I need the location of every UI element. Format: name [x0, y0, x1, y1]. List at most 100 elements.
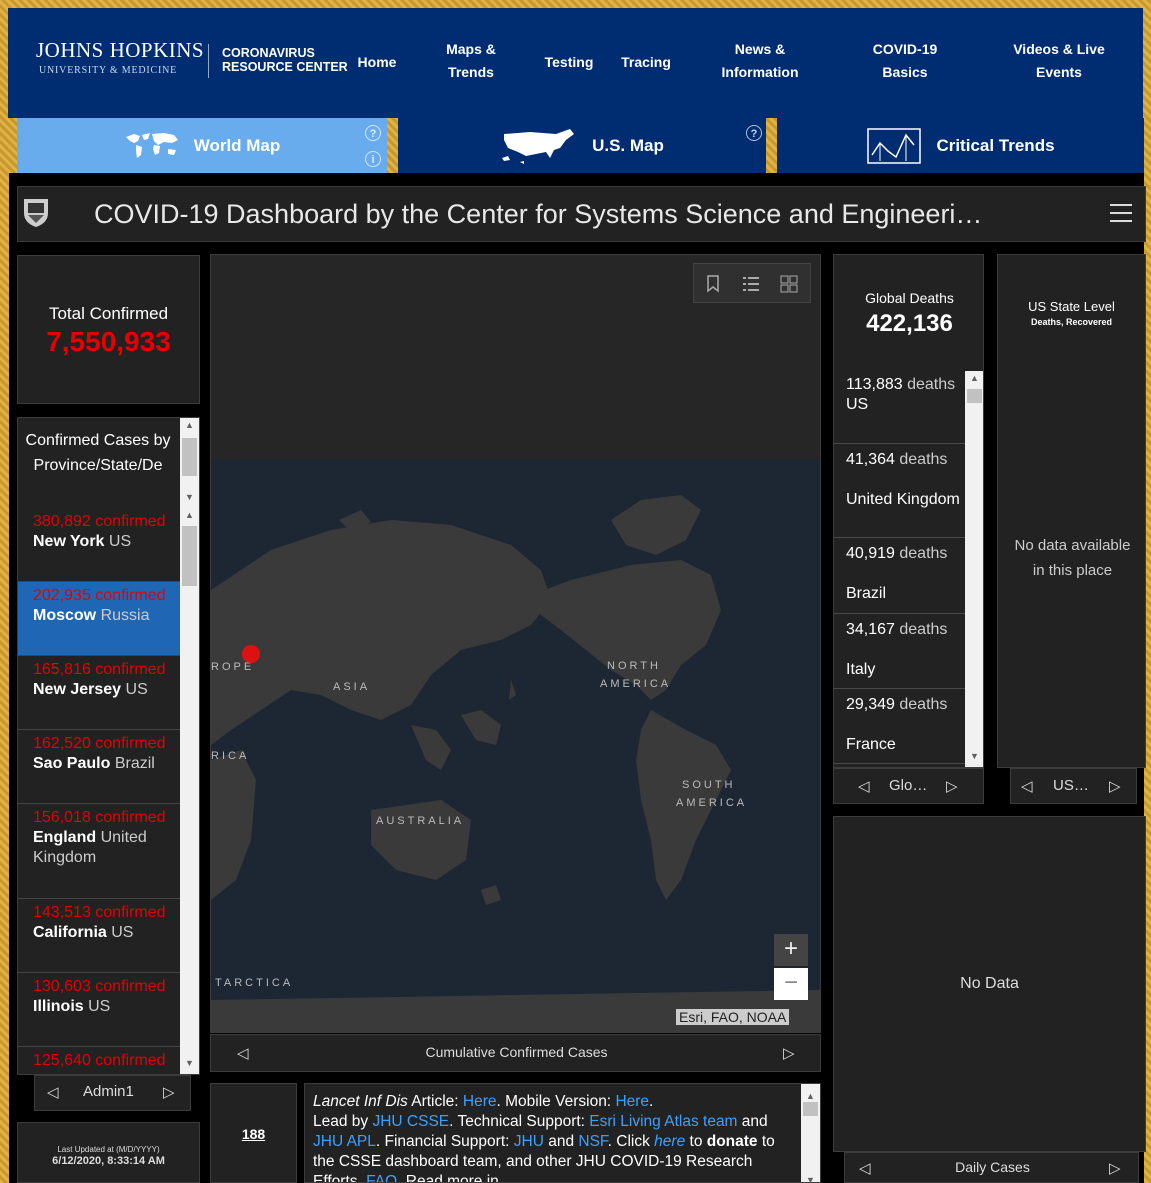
scroll-down-icon[interactable]: ▼ [180, 1058, 199, 1068]
us-state-level-panel: US State Level Deaths, Recovered No data… [997, 254, 1146, 768]
pager-label: Admin1 [83, 1083, 134, 1100]
tab-critical-trends[interactable]: Critical Trends [777, 118, 1144, 173]
map-attribution[interactable]: Esri, FAO, NOAA [676, 1009, 790, 1025]
map-label: ROPE [211, 661, 255, 673]
scroll-up-icon[interactable]: ▲ [180, 420, 199, 430]
list-item[interactable]: 143,513 confirmed California US [18, 899, 180, 973]
map-label: TARCTICA [215, 977, 294, 989]
jhu-apl-link[interactable]: JHU APL [313, 1133, 376, 1150]
tab-us-map[interactable]: U.S. Map ? [398, 118, 766, 173]
jhu-logo[interactable]: JOHNS HOPKINS UNIVERSITY & MEDICINE [36, 38, 204, 76]
scroll-up-icon[interactable]: ▲ [965, 373, 983, 383]
tab-trends-label: Critical Trends [936, 135, 1055, 155]
dashboard-title: COVID-19 Dashboard by the Center for Sys… [94, 199, 983, 229]
scroll-thumb[interactable] [967, 389, 982, 403]
article-link[interactable]: Here [463, 1093, 497, 1110]
map-label: RICA [211, 750, 250, 762]
map-label: NORTH [607, 660, 661, 672]
faq-link[interactable]: FAQ [366, 1173, 397, 1182]
total-confirmed-label: Total Confirmed [48, 304, 169, 323]
scroll-down-icon[interactable]: ▼ [801, 1170, 820, 1182]
scroll-thumb[interactable] [803, 1102, 818, 1116]
zoom-out-button[interactable]: − [774, 968, 808, 1000]
list-item[interactable]: 40,919 deaths Brazil [834, 538, 965, 614]
us-level-pager: ◁ US… ▷ [1010, 768, 1137, 804]
basemap-gallery-icon[interactable] [780, 275, 798, 293]
total-confirmed-value: 7,550,933 [46, 326, 171, 357]
menu-icon[interactable] [1110, 203, 1132, 223]
world-map-icon [125, 132, 178, 158]
list-item[interactable]: 34,167 deaths Italy [834, 614, 965, 689]
donate-here-link[interactable]: here [654, 1133, 685, 1150]
us-map-icon [502, 128, 575, 164]
next-arrow-icon[interactable]: ▷ [1109, 1159, 1121, 1177]
info-scrollbar[interactable]: ▲ ▼ [801, 1084, 820, 1182]
map-label: AUSTRALIA [376, 815, 465, 827]
info-text-panel: Lancet Inf Dis Article: Here. Mobile Ver… [304, 1083, 821, 1183]
list-item[interactable]: 380,892 confirmed New York US [18, 508, 180, 582]
nav-home[interactable]: Home [354, 44, 400, 80]
global-deaths-label: Global Deaths [865, 290, 954, 306]
info-text: Lancet Inf Dis Article: Here. Mobile Ver… [313, 1092, 793, 1182]
next-arrow-icon[interactable]: ▷ [783, 1044, 795, 1062]
list-item[interactable]: 165,816 confirmed New Jersey US [18, 656, 180, 730]
next-arrow-icon[interactable]: ▷ [1109, 777, 1121, 795]
esri-link[interactable]: Esri Living Atlas team [589, 1113, 737, 1130]
map-footer-label: Cumulative Confirmed Cases [425, 1044, 608, 1060]
next-arrow-icon[interactable]: ▷ [163, 1083, 175, 1101]
nsf-link[interactable]: NSF [578, 1133, 607, 1150]
mobile-version-link[interactable]: Here [615, 1093, 649, 1110]
case-marker[interactable] [242, 645, 260, 663]
scroll-up-icon[interactable]: ▲ [180, 510, 199, 520]
nav-tracing[interactable]: Tracing [614, 44, 678, 80]
bookmark-icon[interactable] [706, 275, 720, 293]
list-item[interactable]: 162,520 confirmed Sao Paulo Brazil [18, 730, 180, 804]
top-navigation: JOHNS HOPKINS UNIVERSITY & MEDICINE CORO… [8, 8, 1143, 118]
nav-covid-basics[interactable]: COVID-19 Basics [864, 38, 946, 84]
list-item[interactable]: 113,883 deaths US [834, 369, 965, 444]
legend-list-icon[interactable] [742, 275, 760, 293]
admin1-pager: ◁ Admin1 ▷ [34, 1075, 191, 1111]
confirmed-by-province-panel: Confirmed Cases by Province/State/De ▲ ▼… [17, 417, 200, 1075]
map-canvas[interactable]: ROPE ASIA NORTH AMERICA RICA SOUTH AMERI… [211, 460, 820, 1032]
nav-videos[interactable]: Videos & Live Events [1006, 38, 1112, 84]
nav-testing[interactable]: Testing [538, 44, 600, 80]
scroll-thumb[interactable] [182, 438, 197, 476]
prev-arrow-icon[interactable]: ◁ [1021, 777, 1033, 795]
scroll-down-icon[interactable]: ▼ [180, 492, 199, 502]
prev-arrow-icon[interactable]: ◁ [858, 777, 870, 795]
jhu-csse-link[interactable]: JHU CSSE [372, 1113, 449, 1130]
tab-world-map[interactable]: World Map ? i [17, 118, 387, 173]
logo-title: JOHNS HOPKINS [36, 38, 205, 62]
country-count-panel: 188 [210, 1083, 297, 1183]
scroll-thumb[interactable] [182, 526, 197, 586]
next-arrow-icon[interactable]: ▷ [946, 777, 958, 795]
pager-label: Daily Cases [955, 1159, 1030, 1175]
map-label: AMERICA [676, 797, 748, 809]
list-item[interactable]: 130,603 confirmed Illinois US [18, 973, 180, 1047]
map-label: AMERICA [600, 678, 672, 690]
prev-arrow-icon[interactable]: ◁ [47, 1083, 59, 1101]
scroll-down-icon[interactable]: ▼ [965, 751, 983, 761]
daily-cases-pager: ◁ Daily Cases ▷ [844, 1152, 1139, 1183]
nav-maps-trends[interactable]: Maps & Trends [436, 38, 506, 84]
deaths-scrollbar[interactable]: ▲ ▼ [965, 371, 983, 767]
list-scrollbar[interactable]: ▲ ▼ [180, 508, 199, 1074]
pager-label: Glo… [889, 777, 928, 794]
jhu-link[interactable]: JHU [514, 1133, 544, 1150]
zoom-in-button[interactable]: + [774, 934, 808, 966]
tab-world-label: World Map [193, 135, 281, 155]
resource-center-label[interactable]: CORONAVIRUS RESOURCE CENTER [222, 46, 372, 74]
help-icon[interactable]: ? [365, 125, 381, 141]
nav-news[interactable]: News & Information [714, 38, 806, 84]
world-map-panel[interactable]: ROPE ASIA NORTH AMERICA RICA SOUTH AMERI… [210, 254, 821, 1033]
help-icon[interactable]: ? [746, 125, 762, 141]
title-scrollbar[interactable]: ▲ ▼ [180, 418, 199, 508]
list-item-selected[interactable]: 202,935 confirmed Moscow Russia [18, 582, 180, 656]
list-item[interactable]: 125,640 confirmed [18, 1047, 180, 1074]
info-icon[interactable]: i [365, 151, 381, 167]
list-item[interactable]: 156,018 confirmed England United Kingdom [18, 804, 180, 899]
world-map-graphic [211, 495, 820, 1032]
list-item[interactable]: 41,364 deaths United Kingdom [834, 444, 965, 538]
list-item[interactable]: 29,349 deaths France [834, 689, 965, 764]
